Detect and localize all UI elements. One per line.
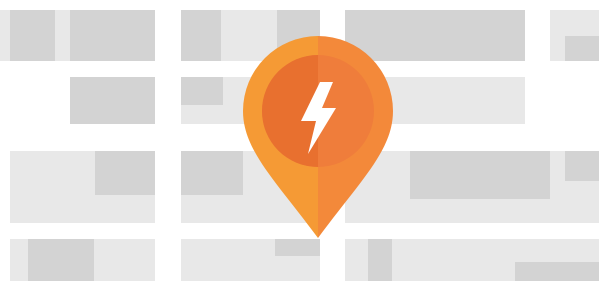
map-illustration bbox=[0, 0, 599, 281]
building bbox=[28, 239, 94, 281]
building bbox=[70, 10, 155, 61]
building bbox=[95, 151, 155, 195]
building bbox=[181, 77, 223, 105]
building bbox=[565, 151, 599, 181]
building bbox=[410, 151, 550, 199]
building bbox=[10, 10, 55, 61]
building bbox=[70, 77, 155, 124]
map-background bbox=[0, 0, 599, 281]
building bbox=[368, 239, 392, 281]
building bbox=[275, 239, 320, 256]
building bbox=[410, 77, 525, 124]
building bbox=[565, 36, 599, 61]
city-blocks-row-4 bbox=[10, 239, 599, 281]
building bbox=[345, 10, 525, 61]
building bbox=[515, 262, 599, 281]
building bbox=[181, 151, 243, 195]
building bbox=[181, 10, 221, 61]
